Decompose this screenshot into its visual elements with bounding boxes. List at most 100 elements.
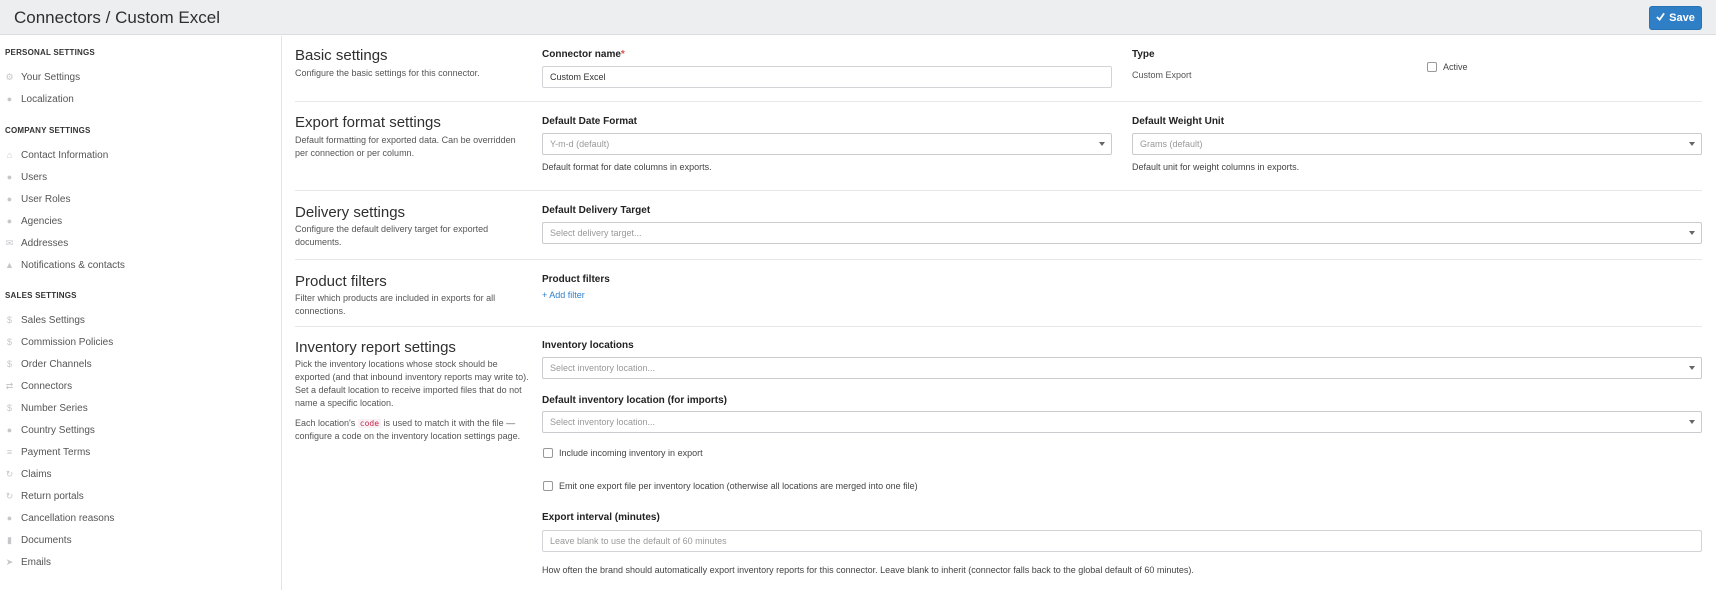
caret-down-icon	[1099, 142, 1105, 146]
basic-settings-desc: Configure the basic settings for this co…	[295, 68, 480, 78]
product-filters-title: Product filters	[295, 273, 387, 290]
export-interval-label: Export interval (minutes)	[542, 512, 660, 523]
code-keyword: code	[357, 419, 382, 428]
weight-unit-label: Default Weight Unit	[1132, 116, 1225, 127]
sidebar-item-label: Emails	[21, 556, 52, 568]
main-content: Basic settings Configure the basic setti…	[283, 36, 1716, 590]
sidebar-item-emails[interactable]: ➤ Emails	[5, 554, 51, 570]
active-checkbox[interactable]: Active	[1427, 62, 1468, 72]
inventory-locations-select[interactable]: Select inventory location...	[542, 357, 1702, 379]
sidebar-item-label: Your Settings	[21, 71, 81, 83]
home-icon: ⌂	[6, 149, 13, 160]
sidebar-item-contact-information[interactable]: ⌂ Contact Information	[5, 147, 108, 163]
date-format-help: Default format for date columns in expor…	[542, 162, 712, 172]
sidebar-item-payment-terms[interactable]: ≡ Payment Terms	[5, 444, 90, 460]
sidebar-item-label: Documents	[21, 534, 72, 546]
dollar-icon: $	[6, 358, 12, 369]
inventory-locations-placeholder: Select inventory location...	[550, 363, 656, 373]
sidebar-item-your-settings[interactable]: ⚙ Your Settings	[5, 69, 80, 85]
sidebar-item-claims[interactable]: ↻ Claims	[5, 466, 52, 482]
sidebar-item-label: Addresses	[21, 237, 69, 249]
sidebar-item-order-channels[interactable]: $ Order Channels	[5, 356, 92, 372]
export-interval-help: How often the brand should automatically…	[542, 565, 1194, 575]
sidebar-item-commission-policies[interactable]: $ Commission Policies	[5, 334, 113, 350]
caret-down-icon	[1689, 142, 1695, 146]
type-label: Type	[1132, 49, 1155, 60]
sidebar-item-label: Country Settings	[21, 424, 95, 436]
sidebar-item-addresses[interactable]: ✉ Addresses	[5, 235, 69, 251]
sidebar-item-label: Sales Settings	[21, 314, 85, 326]
checkbox-box[interactable]	[543, 448, 553, 458]
per-location-file-checkbox[interactable]: Emit one export file per inventory locat…	[543, 481, 918, 491]
exchange-icon: ⇄	[5, 380, 14, 391]
refresh-icon: ↻	[5, 468, 14, 479]
question-icon: ●	[6, 512, 13, 523]
sidebar-item-label: User Roles	[21, 193, 71, 205]
export-format-title: Export format settings	[295, 114, 441, 131]
document-icon: ▮	[7, 534, 12, 545]
default-inventory-location-label: Default inventory location (for imports)	[542, 395, 728, 406]
connector-name-input[interactable]: Custom Excel	[542, 66, 1112, 88]
delivery-title: Delivery settings	[295, 204, 406, 221]
sidebar-item-documents[interactable]: ▮ Documents	[5, 532, 72, 548]
caret-down-icon	[1689, 231, 1695, 235]
sidebar-item-users[interactable]: ● Users	[5, 169, 47, 185]
type-value: Custom Export	[1132, 70, 1192, 80]
save-button-label: Save	[1669, 12, 1695, 24]
sidebar-item-label: Cancellation reasons	[21, 512, 115, 524]
connector-name-label: Connector name*	[542, 49, 625, 60]
product-filters-label: Product filters	[542, 274, 610, 285]
sidebar-item-agencies[interactable]: ● Agencies	[5, 213, 62, 229]
include-incoming-checkbox[interactable]: Include incoming inventory in export	[543, 448, 703, 458]
sidebar-item-connectors[interactable]: ⇄ Connectors	[5, 378, 72, 394]
sidebar-item-label: Number Series	[21, 402, 88, 414]
dollar-icon: $	[6, 336, 12, 347]
sidebar-item-number-series[interactable]: $ Number Series	[5, 400, 88, 416]
sidebar-item-label: Connectors	[21, 380, 73, 392]
dollar-icon: $	[6, 402, 12, 413]
sidebar-item-cancellation-reasons[interactable]: ● Cancellation reasons	[5, 510, 115, 526]
list-icon: ≡	[6, 446, 13, 457]
user-roles-icon: ●	[6, 193, 13, 204]
default-inventory-location-select[interactable]: Select inventory location...	[542, 411, 1702, 433]
caret-down-icon	[1689, 420, 1695, 424]
caret-down-icon	[1689, 366, 1695, 370]
inventory-desc-code-note: Each location's code is used to match it…	[295, 418, 521, 441]
weight-unit-select[interactable]: Grams (default)	[1132, 133, 1702, 155]
sidebar-item-label: Order Channels	[21, 358, 92, 370]
sidebar-item-user-roles[interactable]: ● User Roles	[5, 191, 71, 207]
sidebar-item-return-portals[interactable]: ↻ Return portals	[5, 488, 84, 504]
sidebar-item-notifications[interactable]: ▲ Notifications & contacts	[5, 257, 125, 273]
sidebar-item-label: Users	[21, 171, 48, 183]
add-filter-link[interactable]: + Add filter	[542, 290, 585, 300]
sidebar-item-label: Commission Policies	[21, 336, 114, 348]
default-inventory-location-placeholder: Select inventory location...	[550, 417, 656, 427]
page-title: Connectors / Custom Excel	[14, 8, 220, 27]
basic-settings-title: Basic settings	[295, 47, 388, 64]
dollar-icon: $	[6, 314, 12, 325]
per-location-file-label: Emit one export file per inventory locat…	[559, 481, 918, 491]
sidebar-item-localization[interactable]: ● Localization	[5, 91, 74, 107]
sidebar-item-label: Claims	[21, 468, 52, 480]
date-format-label: Default Date Format	[542, 116, 638, 127]
sidebar-item-sales-settings[interactable]: $ Sales Settings	[5, 312, 85, 328]
sidebar-item-label: Payment Terms	[21, 446, 91, 458]
export-interval-input[interactable]: Leave blank to use the default of 60 min…	[542, 530, 1702, 552]
top-bar: Connectors / Custom Excel Save	[0, 0, 1716, 35]
sidebar-item-country-settings[interactable]: ● Country Settings	[5, 422, 95, 438]
save-button[interactable]: Save	[1649, 6, 1702, 30]
sidebar-item-label: Localization	[21, 93, 74, 105]
sidebar-item-label: Notifications & contacts	[21, 259, 125, 271]
checkbox-box[interactable]	[543, 481, 553, 491]
inventory-desc: Pick the inventory locations whose stock…	[295, 359, 529, 408]
sidebar-item-label: Contact Information	[21, 149, 109, 161]
divider	[295, 326, 1702, 327]
globe-icon: ●	[6, 93, 13, 104]
checkbox-box[interactable]	[1427, 62, 1437, 72]
active-label: Active	[1443, 62, 1468, 72]
delivery-target-select[interactable]: Select delivery target...	[542, 222, 1702, 244]
required-marker: *	[620, 49, 625, 60]
date-format-select[interactable]: Y-m-d (default)	[542, 133, 1112, 155]
agency-icon: ●	[6, 215, 13, 226]
delivery-target-label: Default Delivery Target	[542, 205, 651, 216]
